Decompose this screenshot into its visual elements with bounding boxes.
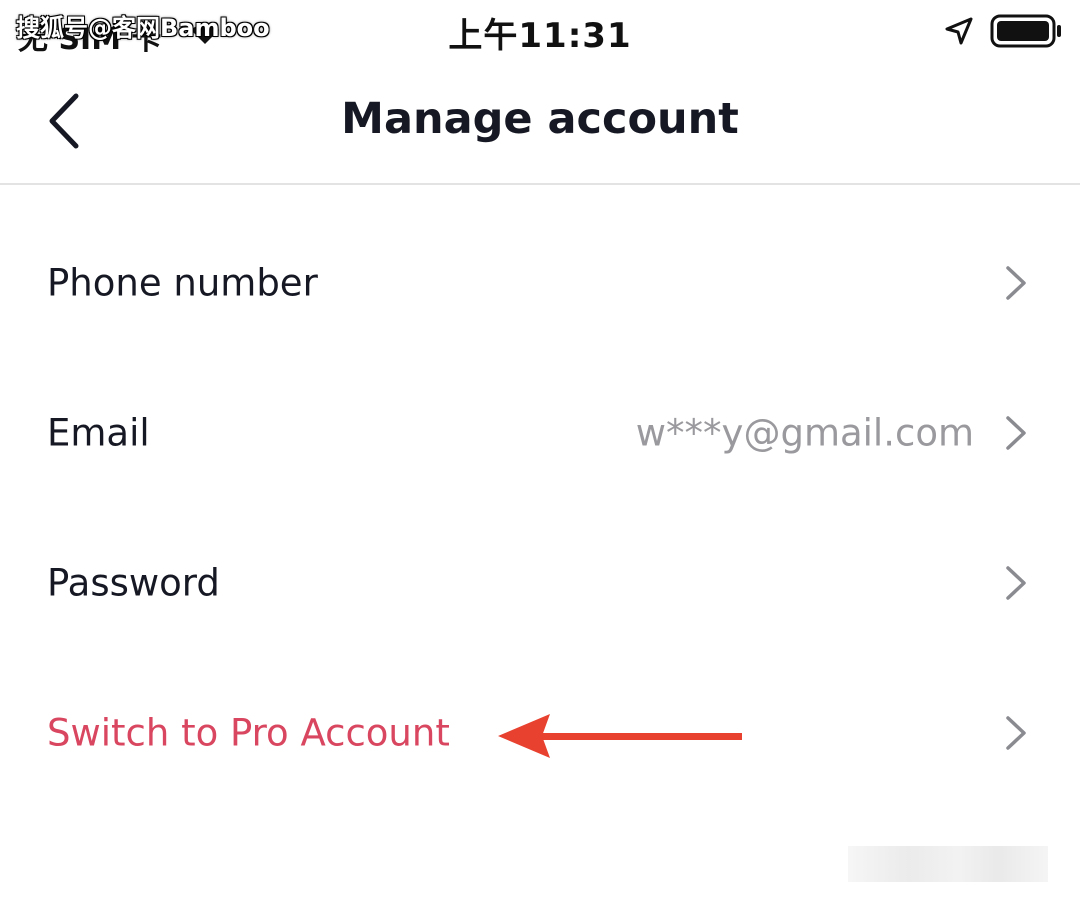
password-label: Password	[47, 561, 220, 605]
blurred-watermark	[848, 846, 1048, 882]
location-arrow-icon	[944, 16, 974, 50]
page-title: Manage account	[341, 94, 739, 144]
password-row[interactable]: Password	[0, 508, 1080, 658]
chevron-right-icon	[1004, 415, 1028, 451]
battery-icon	[990, 14, 1064, 52]
phone-number-row[interactable]: Phone number	[0, 208, 1080, 358]
chevron-right-icon	[1004, 715, 1028, 751]
chevron-right-icon	[1004, 265, 1028, 301]
phone-number-label: Phone number	[47, 261, 318, 305]
email-row[interactable]: Email w***y@gmail.com	[0, 358, 1080, 508]
watermark: 搜狐号@客网Bamboo	[16, 14, 270, 42]
red-arrow-left-icon	[496, 708, 746, 768]
switch-to-pro-account-label: Switch to Pro Account	[47, 711, 450, 755]
email-value: w***y@gmail.com	[635, 411, 974, 455]
chevron-right-icon	[1004, 565, 1028, 601]
email-label: Email	[47, 411, 150, 455]
nav-bar: Manage account	[0, 62, 1080, 185]
status-bar: 无 SIM 卡 搜狐号@客网Bamboo 上午11:31	[0, 0, 1080, 62]
